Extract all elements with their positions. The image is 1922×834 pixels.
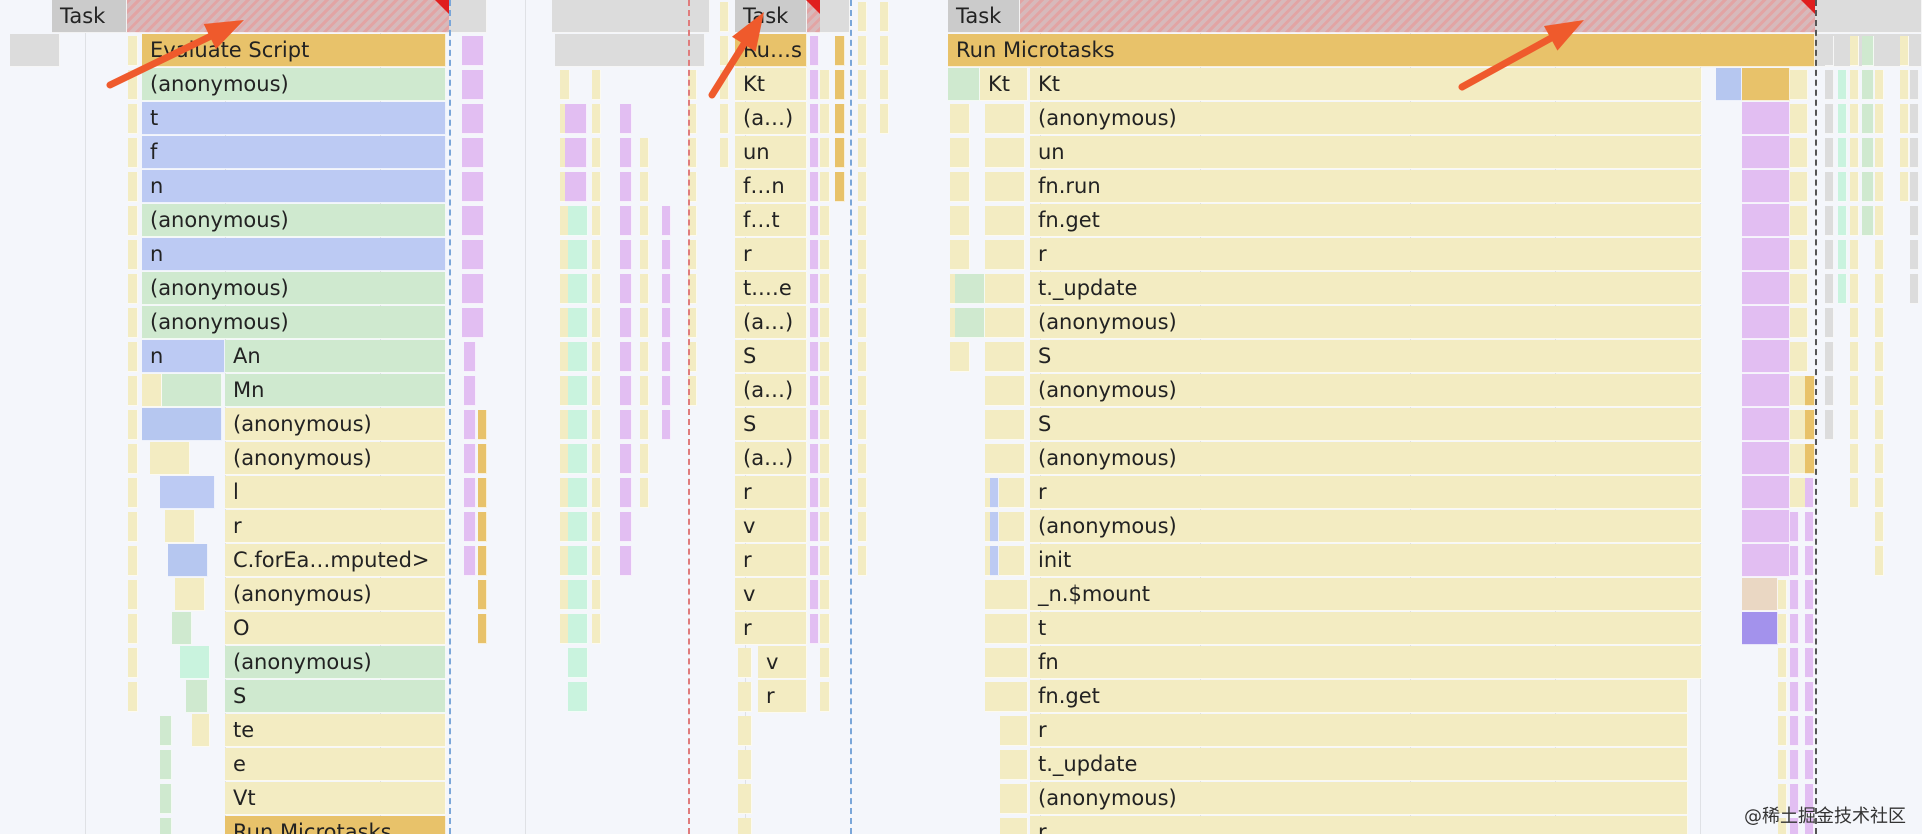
annotation-arrow [708, 12, 764, 99]
annotation-arrows [106, 12, 1584, 99]
flame-chart: Task Evaluate Script (anonymous) t f n (anonym… [0, 0, 1922, 834]
watermark: @稀土掘金技术社区 [1744, 806, 1906, 827]
annotation-arrow [1458, 20, 1584, 91]
annotation-arrow [106, 20, 244, 89]
